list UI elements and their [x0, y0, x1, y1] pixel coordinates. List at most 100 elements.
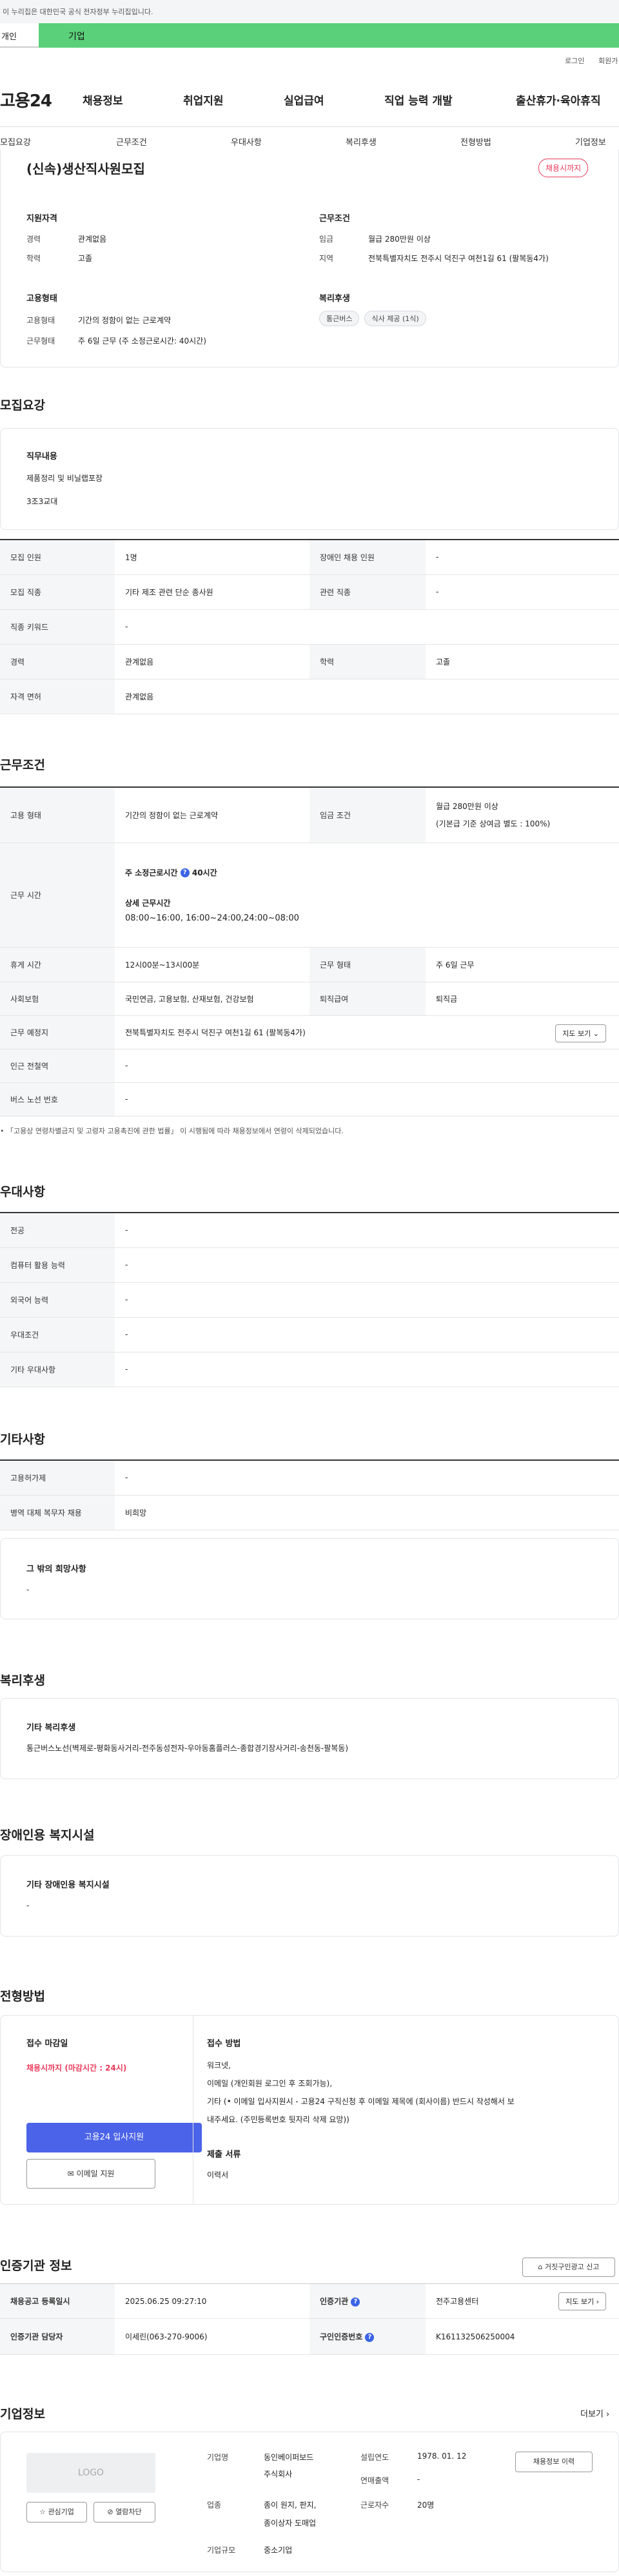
cell-label: 외국어 능력 [0, 1282, 115, 1318]
tab-person[interactable]: 개인 [0, 23, 39, 48]
subnav-benefit[interactable]: 복리후생 [346, 135, 377, 148]
subnav-work[interactable]: 근무조건 [116, 135, 147, 148]
cell-label: 사회보험 [0, 982, 115, 1016]
table-row: 우대조건 - [0, 1317, 619, 1352]
table-row: 근무 시간 주 소정근로시간 ? 40시간 상세 근무시간 08:00~16:0… [0, 843, 619, 948]
docs-value: 이력서 [207, 2171, 229, 2180]
cell-label: 임금 조건 [310, 787, 426, 843]
cell-label: 기타 우대사항 [0, 1352, 115, 1387]
edu-label: 학력 [26, 254, 41, 263]
cell-value: 이세린(063-270-9006) [115, 2318, 310, 2355]
table-row: 인증기관 담당자 이세린(063-270-9006) 구인인증번호 ? K161… [0, 2318, 619, 2355]
cert-map-label: 지도 보기 [565, 2298, 594, 2306]
cell-value: 기타 제조 관련 단순 종사원 [115, 574, 310, 610]
benefit-title: 복리후생 [0, 1673, 45, 1688]
gnb-parental-leave[interactable]: 출산휴가·육아휴직 [516, 92, 601, 108]
cert-org-value: 전주고용센터 [436, 2297, 479, 2306]
info-icon[interactable]: ? [365, 2332, 375, 2342]
area-value: 전북특별자치도 전주시 덕진구 여천1길 61 (팔복동4가) [368, 254, 549, 263]
like-company-button[interactable]: ☆ 관심기업 [26, 2502, 87, 2522]
cell-value: 1명 [115, 540, 310, 575]
cell-value: - [115, 1352, 619, 1387]
cert-map-button[interactable]: 지도 보기 › [558, 2292, 606, 2310]
company-more-link[interactable]: 더보기 › [580, 2407, 609, 2419]
cert-title: 인증기관 정보 [0, 2259, 72, 2273]
wish-value: - [26, 1585, 30, 1594]
report-label: 거짓구인광고 신고 [545, 2263, 600, 2271]
etc-title: 기타사항 [0, 1432, 45, 1447]
cell-label: 고용 형태 [0, 787, 115, 843]
size-value: 중소기업 [264, 2546, 293, 2555]
cell-value: 기간의 정함이 없는 근로계약 [115, 787, 310, 843]
summary-card: (신속)생산직사원모집 채용시까지 지원자격 경력 관계없음 학력 고졸 근무조… [0, 150, 619, 367]
gnb-employment-support[interactable]: 취업지원 [183, 92, 224, 108]
tab-corp[interactable]: 기업 [39, 23, 619, 48]
cell-label: 전공 [0, 1213, 115, 1248]
duty-heading: 직무내용 [26, 452, 57, 462]
cell-value: - [115, 1282, 619, 1318]
duty-line: 제품정리 및 비닐랩포장 [26, 474, 103, 483]
sales-label: 연매출액 [360, 2476, 389, 2485]
disabled-title: 장애인용 복지시설 [0, 1828, 95, 1842]
gnb-unemployment-benefit[interactable]: 실업급여 [284, 92, 324, 108]
subnav-prefer[interactable]: 우대사항 [231, 135, 262, 148]
like-label: 관심기업 [48, 2508, 74, 2516]
cell-value: 주 소정근로시간 ? 40시간 상세 근무시간 08:00~16:00, 16:… [115, 843, 619, 948]
more-label: 더보기 [580, 2410, 604, 2419]
method-line: 내주세요. (주민등록번호 뒷자리 삭제 요망)) [207, 2115, 349, 2124]
etc-table: 고용허가제 - 병역 대체 복무자 채용 비희망 [0, 1459, 619, 1530]
cell-value: 월급 280만원 이상 (기본급 기준 상여금 별도 : 100%) [426, 787, 619, 843]
cert-no-label: 구인인증번호 [320, 2332, 363, 2341]
table-row: 인근 전철역 - [0, 1049, 619, 1083]
block-company-button[interactable]: ⊘ 열람차단 [93, 2502, 155, 2522]
history-button[interactable]: 채용정보 이력 [515, 2452, 593, 2472]
subnav-screening[interactable]: 전형방법 [460, 135, 491, 148]
recruit-table: 모집 인원 1명 장애인 채용 인원 - 모집 직종 기타 제조 관련 단순 종… [0, 539, 619, 714]
table-row: 근무 예정지 전북특별자치도 전주시 덕진구 여천1길 61 (팔복동4가) 지… [0, 1015, 619, 1049]
table-row: 고용허가제 - [0, 1460, 619, 1496]
place-value: 전북특별자치도 전주시 덕진구 여천1길 61 (팔복동4가) [125, 1028, 306, 1037]
method-line: 기타 (• 이메일 입사지원시 - 고용24 구직신청 후 이메일 제목에 (회… [207, 2097, 515, 2106]
cert-table: 채용공고 등록일시 2025.06.25 09:27:10 인증기관 ? 전주고… [0, 2283, 619, 2355]
table-row: 경력 관계없음 학력 고졸 [0, 644, 619, 679]
info-icon[interactable]: ? [351, 2297, 360, 2307]
edu-value: 고졸 [78, 254, 93, 263]
cell-value: 주 6일 근무 [426, 947, 619, 982]
welfare-pill: 식사 제공 (1식) [364, 311, 426, 326]
cell-value: - [115, 1317, 619, 1352]
screening-card: 접수 마감일 채용시까지 (마감시간 : 24시) 고용24 입사지원 ✉ 이메… [0, 2015, 619, 2205]
wage-value: 월급 280만원 이상 [436, 802, 498, 812]
mail-icon: ✉ [67, 2169, 74, 2178]
cell-value: 비희망 [115, 1495, 619, 1530]
detail-hours-value: 08:00~16:00, 16:00~24:00,24:00~08:00 [125, 913, 299, 923]
subnav-recruit[interactable]: 모집요강 [0, 135, 31, 148]
table-row: 고용 형태 기간의 정함이 없는 근로계약 임금 조건 월급 280만원 이상 … [0, 787, 619, 843]
login-link[interactable]: 로그인 [565, 55, 584, 66]
career-value: 관계없음 [78, 235, 107, 244]
deadline-value: 채용시까지 (마감시간 : 24시) [26, 2064, 127, 2073]
info-icon[interactable]: ? [180, 868, 190, 877]
screening-title: 전형방법 [0, 1989, 45, 2004]
table-row: 전공 - [0, 1213, 619, 1248]
sales-value: - [417, 2475, 420, 2484]
method-heading: 접수 방법 [207, 2039, 241, 2049]
cell-value: 고졸 [426, 644, 619, 679]
map-button-label: 지도 보기 [562, 1029, 591, 1038]
subnav-company[interactable]: 기업정보 [575, 135, 606, 148]
map-button[interactable]: 지도 보기 ⌄ [555, 1024, 606, 1042]
cell-value: 관계없음 [115, 644, 310, 679]
member-type-tabs: 개인 기업 [0, 23, 619, 48]
table-row: 외국어 능력 - [0, 1282, 619, 1318]
cell-value: 국민연금, 고용보험, 산재보험, 건강보험 [115, 982, 310, 1016]
gnb-vocational-training[interactable]: 직업 능력 개발 [384, 92, 453, 108]
email-apply-button[interactable]: ✉ 이메일 지원 [26, 2159, 155, 2189]
gnb-jobs[interactable]: 채용정보 [83, 92, 123, 108]
site-logo[interactable]: 고용24 [0, 88, 52, 112]
table-row: 직종 키워드 - [0, 609, 619, 645]
cell-value: - [115, 1082, 619, 1117]
cert-org-label: 인증기관 [320, 2297, 349, 2306]
apply-button[interactable]: 고용24 입사지원 [26, 2123, 202, 2152]
report-fake-ad-button[interactable]: ⌂ 거짓구인광고 신고 [522, 2258, 615, 2277]
cell-label: 모집 인원 [0, 540, 115, 575]
join-link[interactable]: 회원가 [598, 55, 618, 66]
